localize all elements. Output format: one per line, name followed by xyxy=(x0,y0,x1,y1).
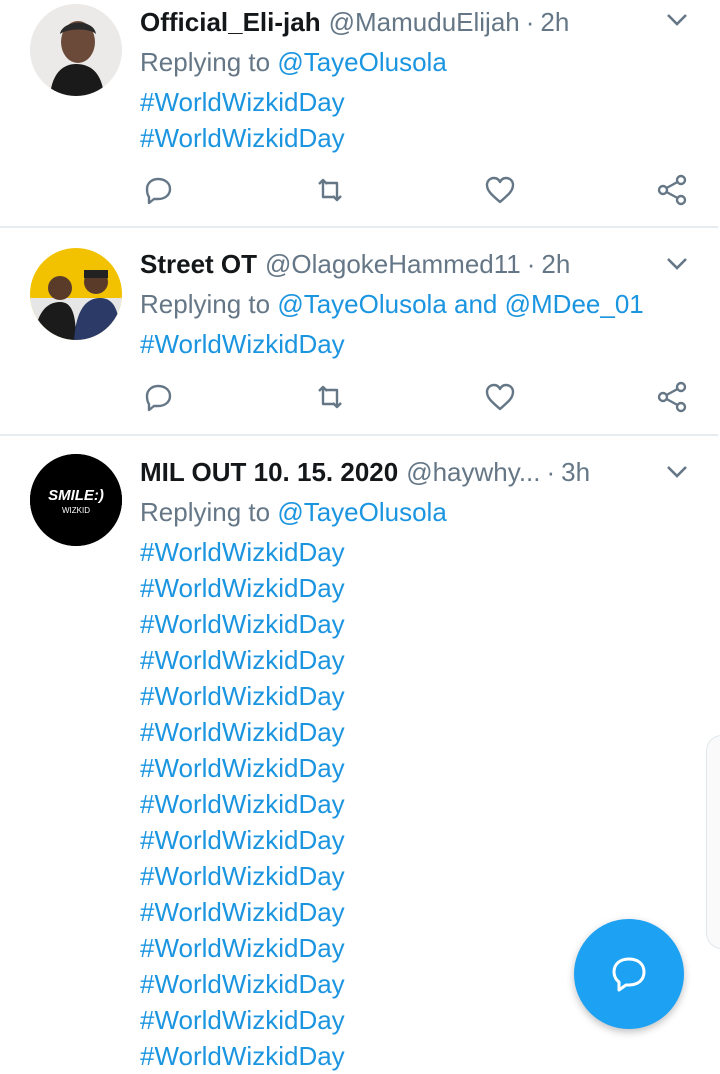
hashtag[interactable]: #WorldWizkidDay xyxy=(140,84,345,120)
hashtag[interactable]: #WorldWizkidDay xyxy=(140,534,345,570)
replying-to: Replying to @TayeOlusola xyxy=(140,47,447,77)
share-icon[interactable] xyxy=(654,379,690,415)
retweet-icon[interactable] xyxy=(312,172,348,208)
tweet-2[interactable]: Street OT @OlagokeHammed11 · 2h Replying to… xyxy=(0,228,720,436)
replying-to: Replying to @TayeOlusola xyxy=(140,497,447,527)
tweet-actions xyxy=(0,379,720,419)
like-icon[interactable] xyxy=(482,379,518,415)
handle[interactable]: @MamuduElijah xyxy=(329,7,520,37)
reply-mention[interactable]: @TayeOlusola xyxy=(277,47,446,77)
separator: · xyxy=(546,457,556,487)
handle[interactable]: @OlagokeHammed11 xyxy=(265,249,521,279)
hashtag[interactable]: #WorldWizkidDay xyxy=(140,750,345,786)
hashtag[interactable]: #WorldWizkidDay xyxy=(140,642,345,678)
hashtag[interactable]: #WorldWizkidDay xyxy=(140,894,345,930)
tweet-actions xyxy=(0,172,720,212)
hashtag[interactable]: #WorldWizkidDay xyxy=(140,714,345,750)
reply-icon[interactable] xyxy=(140,172,176,208)
reply-mention[interactable]: @TayeOlusola and @MDee_01 xyxy=(277,289,643,319)
hashtag[interactable]: #WorldWizkidDay xyxy=(140,606,345,642)
display-name[interactable]: Street OT xyxy=(140,249,257,279)
display-name[interactable]: MIL OUT 10. 15. 2020 xyxy=(140,457,398,487)
scrollbar[interactable] xyxy=(706,735,720,949)
share-icon[interactable] xyxy=(654,172,690,208)
timestamp[interactable]: 2h xyxy=(540,7,569,37)
replying-to: Replying to @TayeOlusola and @MDee_01 xyxy=(140,289,644,319)
hashtag[interactable]: #WorldWizkidDay xyxy=(140,966,345,1002)
avatar[interactable] xyxy=(30,248,122,340)
compose-reply-icon xyxy=(612,957,646,992)
hashtag[interactable]: #WorldWizkidDay xyxy=(140,858,345,894)
avatar[interactable] xyxy=(30,4,122,96)
hashtag[interactable]: #WorldWizkidDay xyxy=(140,326,345,362)
avatar-logo-subtext: WIZKID xyxy=(62,506,90,515)
hashtag[interactable]: #WorldWizkidDay xyxy=(140,678,345,714)
hashtag[interactable]: #WorldWizkidDay xyxy=(140,1038,345,1074)
hashtag[interactable]: #WorldWizkidDay xyxy=(140,1002,345,1038)
timestamp[interactable]: 2h xyxy=(541,249,570,279)
hashtag[interactable]: #WorldWizkidDay xyxy=(140,570,345,606)
timestamp[interactable]: 3h xyxy=(561,457,590,487)
hashtag[interactable]: #WorldWizkidDay xyxy=(140,822,345,858)
handle[interactable]: @haywhy... xyxy=(406,457,540,487)
hashtag[interactable]: #WorldWizkidDay xyxy=(140,786,345,822)
hashtag[interactable]: #WorldWizkidDay xyxy=(140,930,345,966)
reply-icon[interactable] xyxy=(140,379,176,415)
reply-mention[interactable]: @TayeOlusola xyxy=(277,497,446,527)
like-icon[interactable] xyxy=(482,172,518,208)
display-name[interactable]: Official_Eli-jah xyxy=(140,7,321,37)
avatar-logo-text: SMILE:) xyxy=(48,487,104,504)
chevron-down-icon[interactable] xyxy=(664,458,690,484)
separator: · xyxy=(526,249,536,279)
separator: · xyxy=(525,7,535,37)
chevron-down-icon[interactable] xyxy=(664,250,690,276)
retweet-icon[interactable] xyxy=(312,379,348,415)
avatar[interactable]: SMILE:) WIZKID xyxy=(30,454,122,546)
chevron-down-icon[interactable] xyxy=(664,6,690,32)
compose-reply-button[interactable] xyxy=(574,919,684,1029)
hashtag[interactable]: #WorldWizkidDay xyxy=(140,120,345,156)
tweet-1[interactable]: Official_Eli-jah @MamuduElijah · 2h Replyin… xyxy=(0,0,720,228)
